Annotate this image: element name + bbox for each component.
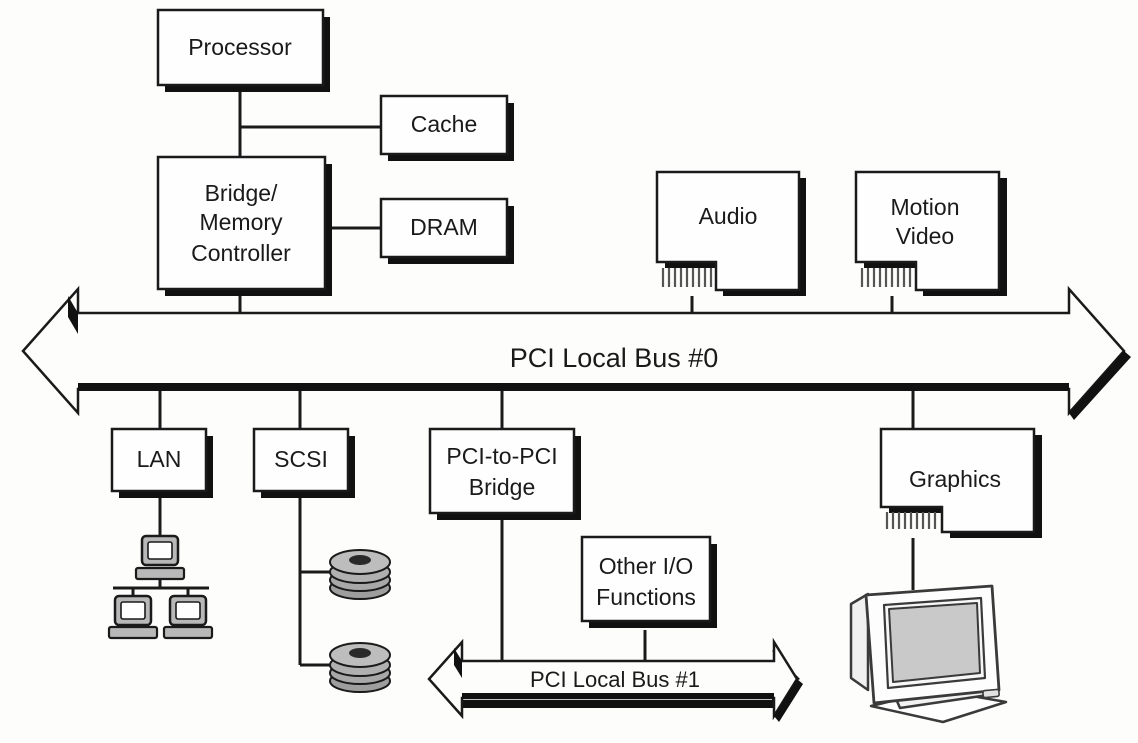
bridge-label-line2: Memory — [199, 209, 283, 235]
workstation-bl-screen — [120, 601, 146, 620]
pcibridge-rect — [428, 427, 576, 515]
audio-card-fingers — [661, 268, 713, 287]
disk2-hub — [349, 648, 371, 658]
box-lan[interactable]: LAN — [110, 427, 213, 498]
bridge-label-line1: Bridge/ — [205, 180, 278, 206]
network-workstations — [107, 534, 214, 640]
pci-local-bus-0: PCI Local Bus #0 — [21, 285, 1131, 420]
graphics-card-fingers — [885, 512, 937, 529]
box-pci-to-pci-bridge[interactable]: PCI-to-PCI Bridge — [428, 427, 581, 520]
bus1-label: PCI Local Bus #1 — [530, 667, 700, 692]
workstation-top — [134, 534, 186, 581]
monitor-power-indicator — [982, 688, 1000, 699]
bus0-label: PCI Local Bus #0 — [510, 343, 719, 373]
card-audio[interactable]: Audio — [655, 170, 806, 296]
crt-monitor — [849, 584, 1008, 724]
pcibridge-label-line2: Bridge — [469, 474, 535, 500]
workstation-bottom-right — [162, 594, 214, 640]
pci-local-bus-1: PCI Local Bus #1 — [427, 637, 803, 722]
motionvideo-card-label-line1: Motion — [890, 194, 959, 220]
audio-card-body — [655, 170, 801, 292]
box-bridge-memory-controller[interactable]: Bridge/ Memory Controller — [156, 155, 332, 296]
bridge-label-line3: Controller — [191, 240, 291, 266]
box-scsi[interactable]: SCSI — [252, 427, 355, 498]
card-motion-video[interactable]: Motion Video — [854, 170, 1007, 296]
box-dram[interactable]: DRAM — [379, 197, 514, 264]
monitor-screen — [888, 602, 981, 683]
workstation-bl-base — [107, 625, 159, 640]
processor-label: Processor — [188, 34, 292, 60]
box-cache[interactable]: Cache — [379, 94, 514, 161]
disk-stack-2 — [329, 642, 391, 693]
lan-label: LAN — [137, 446, 182, 472]
audio-card-label: Audio — [699, 203, 758, 229]
otherio-label-line1: Other I/O — [599, 553, 694, 579]
workstation-top-screen — [147, 541, 173, 560]
bus0-bottom-edge — [78, 383, 1069, 390]
pci-architecture-diagram: PCI Local Bus #0 PCI Local Bus #1 Proces… — [0, 0, 1138, 743]
otherio-label-line2: Functions — [596, 584, 696, 610]
workstation-top-base — [134, 566, 186, 581]
disk1-hub — [349, 555, 371, 565]
disk-stack-1 — [329, 549, 391, 600]
motionvideo-card-label-line2: Video — [896, 223, 954, 249]
pcibridge-label-line1: PCI-to-PCI — [446, 443, 557, 469]
workstation-br-base — [162, 625, 214, 640]
cache-label: Cache — [411, 111, 477, 137]
scsi-label: SCSI — [274, 446, 328, 472]
card-graphics[interactable]: Graphics — [879, 427, 1042, 538]
monitor-side-panel — [849, 592, 870, 692]
motionvideo-card-fingers — [860, 268, 912, 287]
dram-label: DRAM — [410, 214, 478, 240]
workstation-bottom-left — [107, 594, 159, 640]
diagram-canvas: PCI Local Bus #0 PCI Local Bus #1 Proces… — [21, 8, 1131, 724]
graphics-card-label: Graphics — [909, 466, 1001, 492]
box-other-io-functions[interactable]: Other I/O Functions — [580, 535, 717, 628]
bus1-bottom-edge — [462, 693, 774, 699]
workstation-br-screen — [175, 601, 201, 620]
box-processor[interactable]: Processor — [156, 8, 330, 92]
